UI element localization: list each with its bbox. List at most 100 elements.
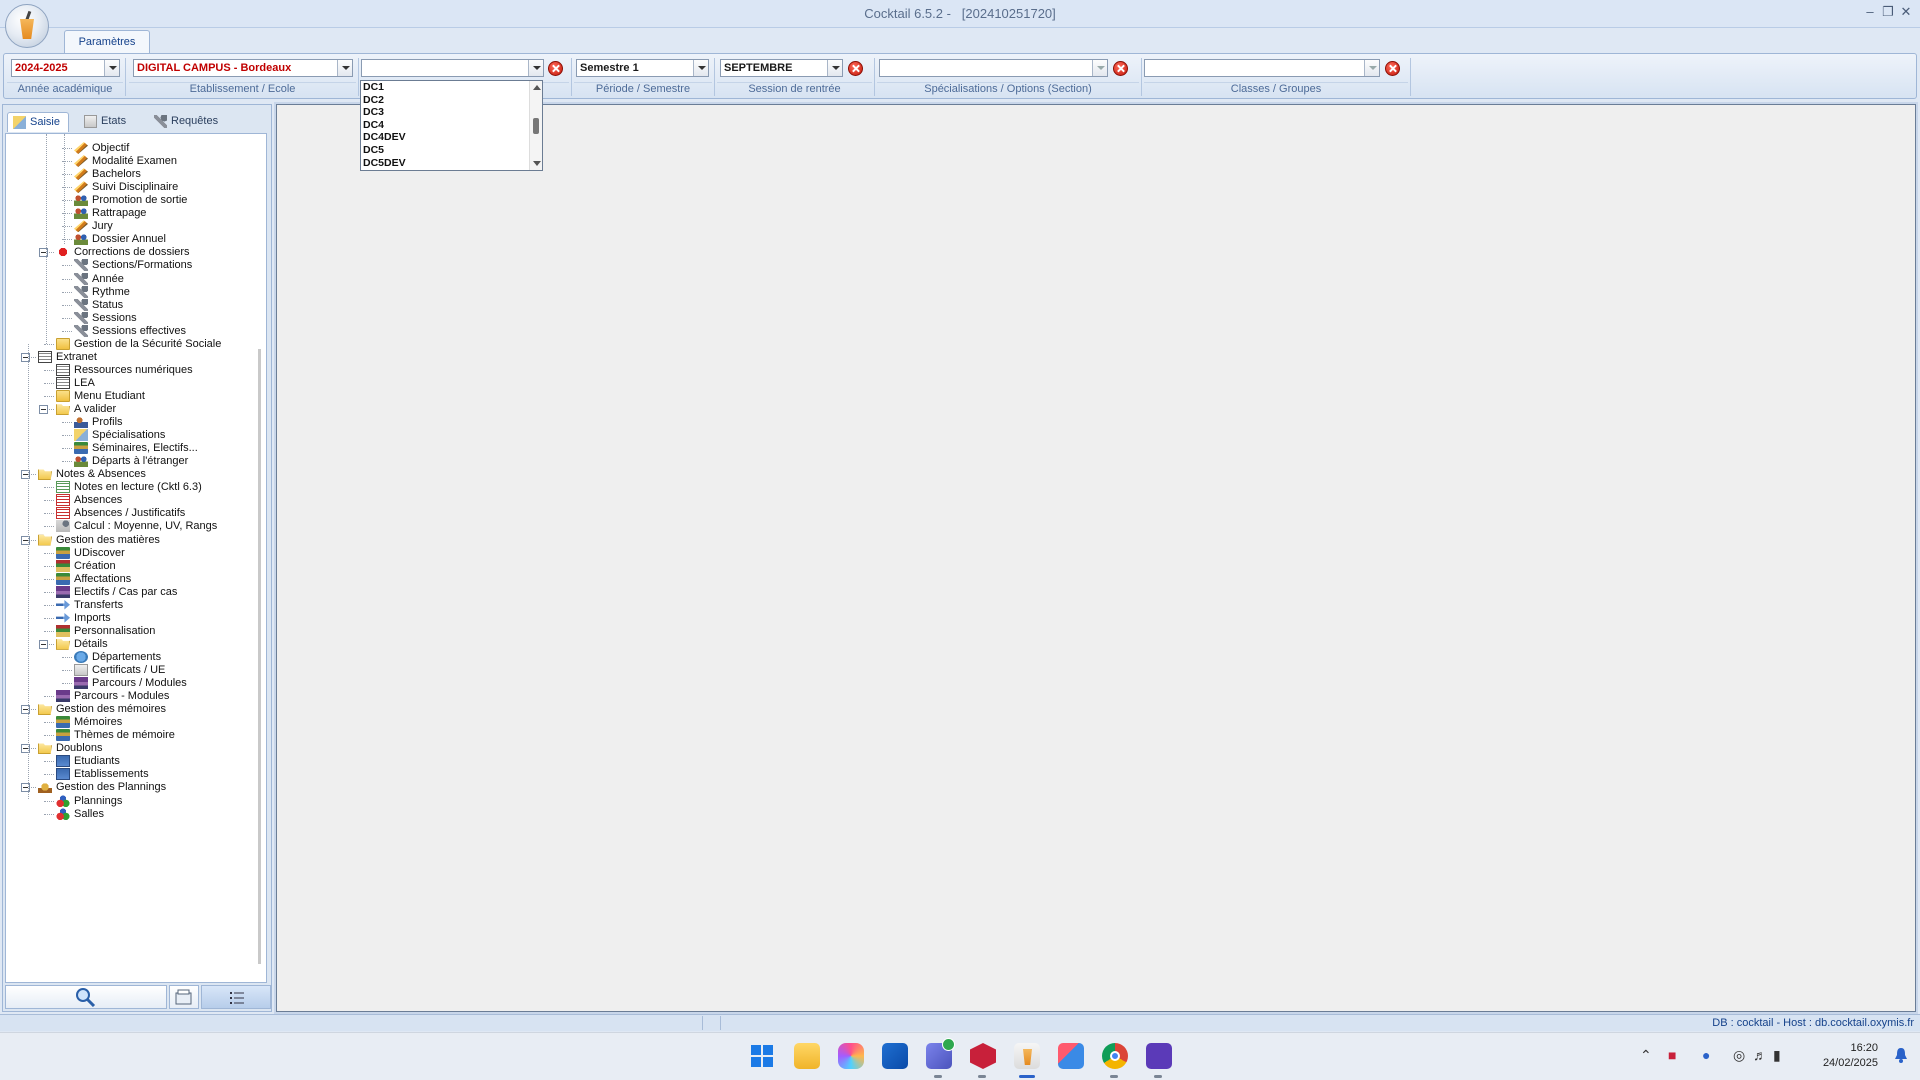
window-title: Cocktail 6.5.2 - [202410251720] [0, 6, 1920, 21]
main-workspace[interactable] [274, 102, 1918, 1014]
classes-select[interactable] [1144, 59, 1380, 77]
windows-start-icon[interactable] [749, 1043, 775, 1069]
volume-muted-icon[interactable]: ♬ [1753, 1047, 1767, 1063]
tab-saisie[interactable]: Saisie [7, 112, 69, 132]
h-app-icon[interactable] [970, 1043, 996, 1069]
specialisation-select[interactable] [879, 59, 1108, 77]
running-indicator [1110, 1075, 1118, 1078]
scroll-thumb[interactable] [533, 118, 539, 134]
status-check-icon [942, 1038, 955, 1051]
dropdown-option[interactable]: DC5 [361, 144, 542, 157]
chevron-down-icon[interactable] [827, 60, 842, 76]
dropdown-scrollbar[interactable] [529, 81, 542, 170]
status-bar: DB : cocktail - Host : db.cocktail.oxymi… [0, 1014, 1920, 1031]
dropdown-option[interactable]: DC5DEV [361, 157, 542, 170]
app-menu-orb[interactable] [5, 4, 49, 48]
tree-connector [44, 395, 54, 397]
tab-parametres[interactable]: Paramètres [64, 30, 150, 53]
books-icon [74, 442, 88, 455]
tray-app-icon[interactable]: ■ [1668, 1047, 1676, 1063]
pencil-icon [74, 220, 88, 233]
minimize-icon[interactable]: – [1862, 4, 1878, 19]
archive-button[interactable] [169, 985, 199, 1009]
tree-connector [44, 800, 54, 802]
teams-icon[interactable] [926, 1038, 955, 1069]
sheet-red-icon [56, 507, 70, 520]
network-icon[interactable]: ◎ [1733, 1047, 1745, 1064]
tree-scrollbar[interactable] [258, 349, 261, 964]
chrome-center-icon [1110, 1051, 1120, 1061]
chevron-down-icon[interactable] [528, 60, 543, 76]
group-classes: Classes / Groupes [1144, 58, 1411, 96]
chevron-down-icon[interactable] [1364, 60, 1379, 76]
dropdown-option[interactable]: DC4 [361, 119, 542, 132]
web-icon [56, 363, 70, 376]
list-view-button[interactable] [201, 985, 271, 1009]
chevron-down-icon[interactable] [693, 60, 708, 76]
scroll-up-icon[interactable] [533, 85, 541, 90]
tree-connector [44, 722, 54, 724]
photos-icon[interactable] [838, 1043, 864, 1069]
tree-connector [44, 735, 54, 737]
chevron-down-icon[interactable] [1092, 60, 1107, 76]
tree-connector [62, 461, 72, 463]
navigation-tree[interactable]: Objectif Modalité Examen Bachelors Suivi Di… [5, 133, 267, 983]
tree-connector [44, 369, 54, 371]
collapse-icon[interactable] [39, 639, 48, 649]
sheet-icon [56, 481, 70, 494]
ribbon-panel: 2024-2025 Année académique DIGITAL CAMPU… [3, 53, 1917, 99]
system-clock[interactable]: 16:20 24/02/2025 [1823, 1041, 1878, 1071]
tree-item[interactable]: Salles [56, 806, 104, 822]
panel-bottom-bar [5, 985, 271, 1009]
close-icon[interactable]: ✕ [1898, 4, 1914, 20]
outlook-icon[interactable] [882, 1043, 908, 1069]
group-separator [358, 58, 359, 96]
q-app-icon[interactable] [1146, 1043, 1172, 1069]
tree-connector [44, 617, 54, 619]
tree-connector [62, 317, 72, 319]
academic-year-select[interactable]: 2024-2025 [11, 59, 120, 77]
tab-etats[interactable]: Etats [79, 112, 139, 132]
tree-connector [44, 565, 54, 567]
pencil-icon [74, 155, 88, 168]
microphone-icon[interactable]: ● [1702, 1047, 1710, 1063]
collapse-icon[interactable] [39, 405, 48, 414]
chrome-icon[interactable] [1102, 1043, 1128, 1069]
scroll-down-icon[interactable] [533, 161, 541, 166]
chevron-down-icon[interactable] [337, 60, 352, 76]
group-label: Session de rentrée [717, 82, 872, 96]
cocktail-app-icon[interactable] [1014, 1043, 1040, 1069]
people-icon [74, 194, 88, 207]
transfer-icon [56, 612, 70, 623]
chevron-up-icon[interactable]: ⌃ [1640, 1047, 1652, 1064]
cocktail-glass-icon [20, 19, 34, 39]
search-button[interactable] [5, 985, 167, 1009]
dropdown-option[interactable]: DC2 [361, 94, 542, 107]
clock-date: 24/02/2025 [1822, 1057, 1878, 1069]
file-explorer-icon[interactable] [794, 1043, 820, 1069]
school-select[interactable]: DIGITAL CAMPUS - Bordeaux [133, 59, 353, 77]
group-label: Période / Semestre [574, 82, 712, 96]
tab-requetes[interactable]: Requêtes [149, 112, 229, 132]
clear-classes-icon[interactable] [1385, 61, 1400, 76]
tree-connector [44, 552, 54, 554]
restore-icon[interactable]: ❐ [1880, 4, 1896, 20]
snipping-tool-icon[interactable] [1058, 1043, 1084, 1069]
chevron-down-icon[interactable] [104, 60, 119, 76]
notification-bell-icon[interactable] [1894, 1047, 1908, 1063]
group-separator [714, 58, 715, 96]
dropdown-option[interactable]: DC3 [361, 106, 542, 119]
tree-connector [44, 513, 54, 515]
dropdown-option[interactable]: DC1 [361, 81, 542, 94]
clear-session-icon[interactable] [848, 61, 863, 76]
period-select[interactable]: Semestre 1 [576, 59, 709, 77]
class-level-select[interactable] [361, 59, 544, 77]
clear-specialisation-icon[interactable] [1113, 61, 1128, 76]
web-icon [56, 376, 70, 389]
clear-class-level-icon[interactable] [548, 61, 563, 76]
windows-taskbar: ⌃ ■ ● ◎ ♬ ▮ 16:20 24/02/2025 [0, 1032, 1920, 1080]
dropdown-option[interactable]: DC4DEV [361, 131, 542, 144]
class-level-dropdown-list[interactable]: DC1 DC2 DC3 DC4 DC4DEV DC5 DC5DEV [360, 80, 543, 171]
battery-icon[interactable]: ▮ [1773, 1047, 1781, 1064]
session-select[interactable]: SEPTEMBRE [720, 59, 843, 77]
